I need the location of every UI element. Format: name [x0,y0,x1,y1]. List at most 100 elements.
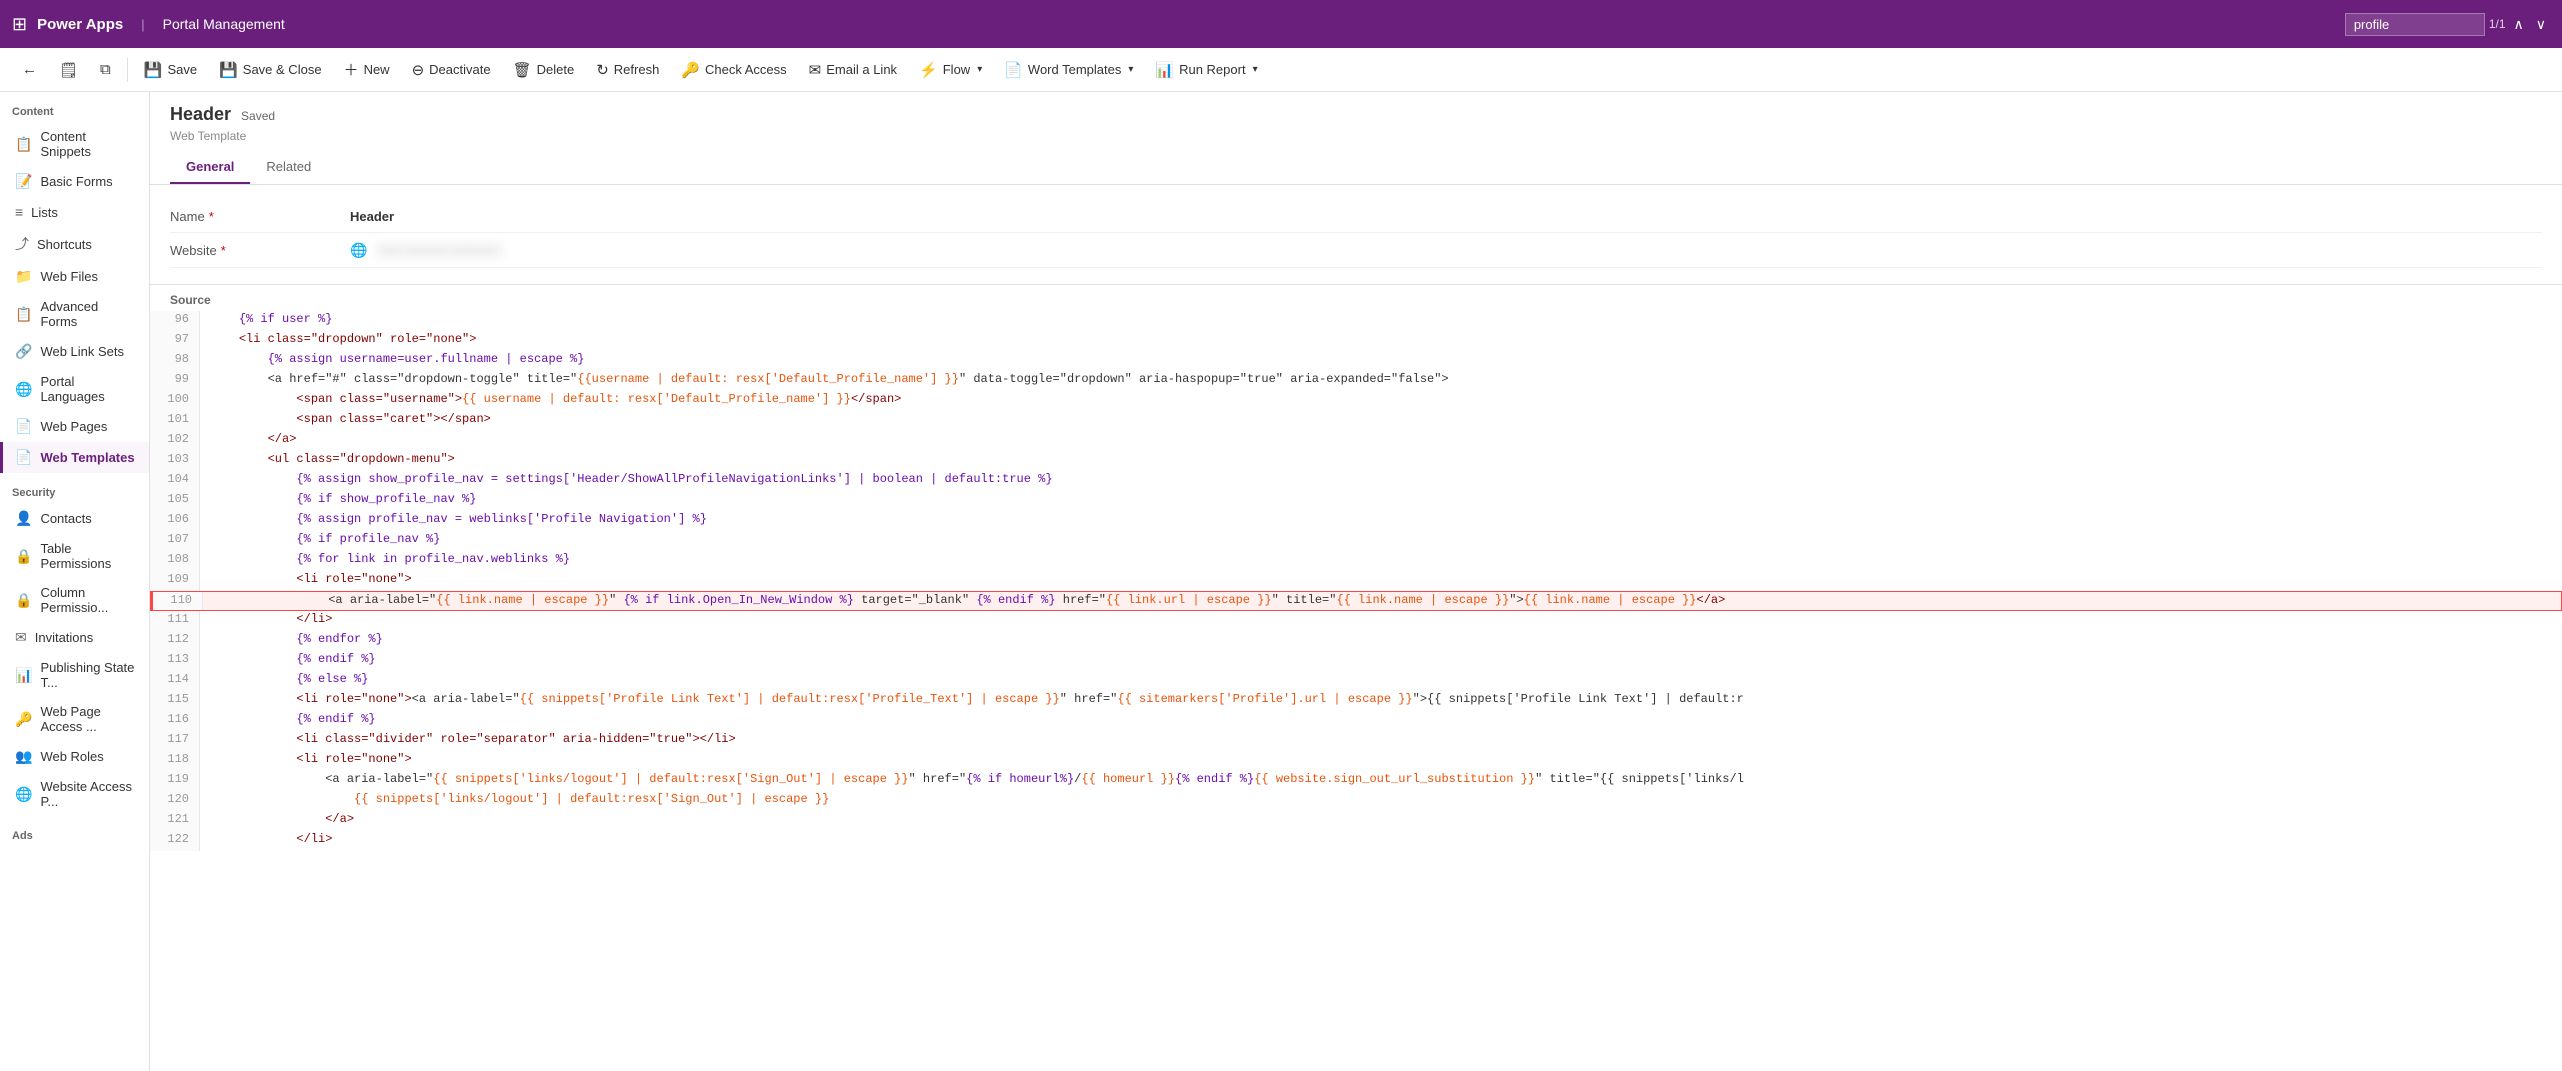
code-line-118[interactable]: 118 <li role="none"> [150,751,2562,771]
line-content: {% assign username=user.fullname | escap… [200,351,2562,371]
line-number: 117 [150,731,200,751]
sidebar-item-table-permissions[interactable]: 🔒 Table Permissions [0,534,149,578]
sidebar-item-shortcuts[interactable]: ⤴ Shortcuts [0,227,149,261]
code-line-119[interactable]: 119 <a aria-label="{{ snippets['links/lo… [150,771,2562,791]
website-value[interactable]: --- ------- ------- [375,241,504,259]
code-line-115[interactable]: 115 <li role="none"><a aria-label="{{ sn… [150,691,2562,711]
publishing-state-icon: 📊 [15,667,32,684]
sidebar-item-lists[interactable]: ≡ Lists [0,197,149,227]
sidebar-item-portal-languages[interactable]: 🌐 Portal Languages [0,367,149,411]
code-line-108[interactable]: 108 {% for link in profile_nav.weblinks … [150,551,2562,571]
code-line-121[interactable]: 121 </a> [150,811,2562,831]
sidebar-item-web-page-access-label: Web Page Access ... [40,704,137,734]
word-templates-button[interactable]: 📄 Word Templates ▾ [994,56,1143,84]
search-prev-button[interactable]: ∧ [2510,14,2528,35]
sidebar-item-column-permissions[interactable]: 🔒 Column Permissio... [0,578,149,622]
code-line-113[interactable]: 113 {% endif %} [150,651,2562,671]
line-number: 118 [150,751,200,771]
sidebar-item-web-files[interactable]: 📁 Web Files [0,261,149,292]
code-line-109[interactable]: 109 <li role="none"> [150,571,2562,591]
code-line-110[interactable]: 110 <a aria-label="{{ link.name | escape… [150,591,2562,611]
code-line-104[interactable]: 104 {% assign show_profile_nav = setting… [150,471,2562,491]
save-close-button[interactable]: 💾 Save & Close [209,56,331,84]
code-line-114[interactable]: 114 {% else %} [150,671,2562,691]
main-layout: Content 📋 Content Snippets 📝 Basic Forms… [0,92,2562,1071]
line-number: 103 [150,451,200,471]
code-line-103[interactable]: 103 <ul class="dropdown-menu"> [150,451,2562,471]
sidebar-item-content-snippets[interactable]: 📋 Content Snippets [0,122,149,166]
entity-name: Portal Management [163,16,285,32]
code-editor[interactable]: 96 {% if user %}97 <li class="dropdown" … [150,311,2562,1071]
tab-general[interactable]: General [170,151,250,184]
code-line-116[interactable]: 116 {% endif %} [150,711,2562,731]
line-number: 97 [150,331,200,351]
notes-button[interactable]: 🗒 [49,56,88,84]
back-button[interactable]: ← [12,56,47,83]
record-saved-badge: Saved [241,109,275,123]
search-next-button[interactable]: ∨ [2532,14,2550,35]
new-button[interactable]: ＋ New [334,54,400,85]
search-nav-info: 1/1 [2489,17,2506,31]
name-field-row: Name * Header [170,201,2542,233]
code-line-122[interactable]: 122 </li> [150,831,2562,851]
line-content: {% assign profile_nav = weblinks['Profil… [200,511,2562,531]
code-line-107[interactable]: 107 {% if profile_nav %} [150,531,2562,551]
sidebar-item-invitations[interactable]: ✉ Invitations [0,622,149,653]
sidebar-item-web-roles[interactable]: 👥 Web Roles [0,741,149,772]
web-files-icon: 📁 [15,268,32,285]
line-number: 120 [150,791,200,811]
apps-icon[interactable]: ⊞ [12,14,27,35]
sidebar-item-web-page-access[interactable]: 🔑 Web Page Access ... [0,697,149,741]
deactivate-button[interactable]: ⊖ Deactivate [402,56,501,84]
line-content: </a> [200,811,2562,831]
contacts-icon: 👤 [15,510,32,527]
popout-button[interactable]: ⧉ [90,56,121,83]
flow-button[interactable]: ⚡ Flow ▾ [909,56,992,84]
sidebar-item-advanced-forms[interactable]: 📋 Advanced Forms [0,292,149,336]
sidebar-item-contacts[interactable]: 👤 Contacts [0,503,149,534]
run-report-dropdown-arrow: ▾ [1253,64,1258,75]
refresh-button[interactable]: ↻ Refresh [586,56,669,84]
advanced-forms-icon: 📋 [15,306,32,323]
save-icon: 💾 [144,61,163,79]
refresh-icon: ↻ [596,61,609,79]
line-content: {% if show_profile_nav %} [200,491,2562,511]
delete-button[interactable]: 🗑 Delete [503,56,585,84]
ads-section-label: Ads [0,816,149,846]
line-number: 99 [150,371,200,391]
code-line-98[interactable]: 98 {% assign username=user.fullname | es… [150,351,2562,371]
code-line-120[interactable]: 120 {{ snippets['links/logout'] | defaul… [150,791,2562,811]
run-report-button[interactable]: 📊 Run Report ▾ [1145,56,1267,84]
code-line-101[interactable]: 101 <span class="caret"></span> [150,411,2562,431]
sidebar-item-shortcuts-label: Shortcuts [37,237,92,252]
save-button[interactable]: 💾 Save [134,56,207,84]
security-section-label: Security [0,473,149,503]
code-line-96[interactable]: 96 {% if user %} [150,311,2562,331]
sidebar-item-web-pages[interactable]: 📄 Web Pages [0,411,149,442]
code-line-102[interactable]: 102 </a> [150,431,2562,451]
sidebar-item-web-link-sets[interactable]: 🔗 Web Link Sets [0,336,149,367]
sidebar-item-publishing-state[interactable]: 📊 Publishing State T... [0,653,149,697]
code-line-106[interactable]: 106 {% assign profile_nav = weblinks['Pr… [150,511,2562,531]
sidebar-item-web-templates[interactable]: 📄 Web Templates [0,442,149,473]
search-input[interactable] [2345,13,2485,36]
code-line-99[interactable]: 99 <a href="#" class="dropdown-toggle" t… [150,371,2562,391]
line-content: {% assign show_profile_nav = settings['H… [200,471,2562,491]
website-field-row: Website * 🌐 --- ------- ------- [170,233,2542,268]
sidebar-item-website-access[interactable]: 🌐 Website Access P... [0,772,149,816]
sidebar-item-basic-forms[interactable]: 📝 Basic Forms [0,166,149,197]
toolbar-sep-1 [127,58,128,82]
tab-related[interactable]: Related [250,151,327,184]
code-line-112[interactable]: 112 {% endfor %} [150,631,2562,651]
name-value[interactable]: Header [350,209,2542,224]
run-report-icon: 📊 [1155,61,1174,79]
code-line-117[interactable]: 117 <li class="divider" role="separator"… [150,731,2562,751]
code-line-111[interactable]: 111 </li> [150,611,2562,631]
code-line-97[interactable]: 97 <li class="dropdown" role="none"> [150,331,2562,351]
check-access-button[interactable]: 🔑 Check Access [671,56,796,84]
line-number: 104 [150,471,200,491]
email-link-button[interactable]: ✉ Email a Link [799,56,907,84]
code-line-100[interactable]: 100 <span class="username">{{ username |… [150,391,2562,411]
code-line-105[interactable]: 105 {% if show_profile_nav %} [150,491,2562,511]
line-content: <ul class="dropdown-menu"> [200,451,2562,471]
